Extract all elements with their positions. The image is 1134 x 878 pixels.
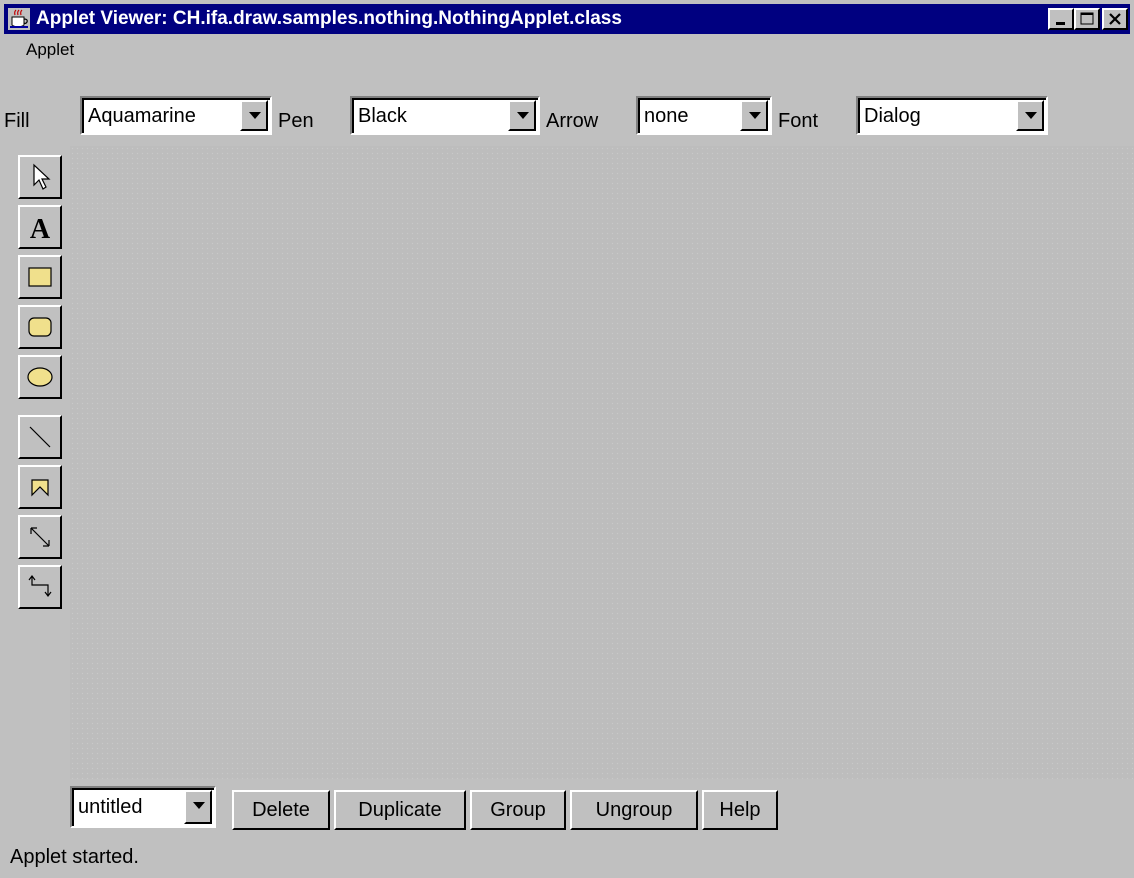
svg-text:A: A xyxy=(30,214,51,243)
minimize-icon xyxy=(1056,22,1065,25)
arrow-choice-value: none xyxy=(644,105,689,127)
text-a-icon: A xyxy=(30,214,51,243)
chevron-down-icon xyxy=(517,112,529,119)
group-button[interactable]: Group xyxy=(470,790,566,830)
pen-choice-value: Black xyxy=(358,105,407,127)
title-bar[interactable]: Applet Viewer: CH.ifa.draw.samples.nothi… xyxy=(4,4,1130,34)
round-rectangle-icon xyxy=(28,317,52,337)
tool-selection[interactable] xyxy=(18,155,62,199)
pen-label: Pen xyxy=(278,110,314,132)
applet-viewer-window: Applet Viewer: CH.ifa.draw.samples.nothi… xyxy=(0,0,1134,878)
pen-dropdown-button[interactable] xyxy=(508,100,536,131)
connection-icon xyxy=(30,527,50,547)
duplicate-button[interactable]: Duplicate xyxy=(334,790,466,830)
tool-ellipse[interactable] xyxy=(18,355,62,399)
help-button[interactable]: Help xyxy=(702,790,778,830)
chevron-down-icon xyxy=(193,802,205,809)
line-icon xyxy=(29,426,51,448)
arrow-pointer-icon xyxy=(33,163,51,190)
font-choice[interactable]: Dialog xyxy=(856,96,1048,135)
delete-button[interactable]: Delete xyxy=(232,790,330,830)
fill-choice-value: Aquamarine xyxy=(88,105,196,127)
status-text: Applet started. xyxy=(10,846,139,868)
chevron-down-icon xyxy=(1025,112,1037,119)
drawing-canvas[interactable] xyxy=(70,146,1134,779)
rectangle-icon xyxy=(28,267,52,287)
menu-bar: Applet xyxy=(4,36,1130,64)
maximize-icon xyxy=(1080,12,1094,25)
maximize-button[interactable] xyxy=(1074,8,1100,30)
minimize-button[interactable] xyxy=(1048,8,1074,30)
document-choice-value: untitled xyxy=(78,796,143,818)
tool-text[interactable]: A xyxy=(18,205,62,249)
tool-rectangle[interactable] xyxy=(18,255,62,299)
document-choice[interactable]: untitled xyxy=(70,786,216,828)
tool-round-rectangle[interactable] xyxy=(18,305,62,349)
tool-connection[interactable] xyxy=(18,515,62,559)
fill-dropdown-button[interactable] xyxy=(240,100,268,131)
polygon-icon xyxy=(31,479,49,497)
fill-label: Fill xyxy=(4,110,30,132)
font-dropdown-button[interactable] xyxy=(1016,100,1044,131)
java-cup-icon xyxy=(8,8,30,30)
menu-applet[interactable]: Applet xyxy=(26,40,74,60)
chevron-down-icon xyxy=(249,112,261,119)
arrow-choice[interactable]: none xyxy=(636,96,772,135)
tool-polygon[interactable] xyxy=(18,465,62,509)
tool-elbow-connection[interactable] xyxy=(18,565,62,609)
fill-choice[interactable]: Aquamarine xyxy=(80,96,272,135)
chevron-down-icon xyxy=(749,112,761,119)
arrow-label: Arrow xyxy=(546,110,599,132)
close-button[interactable] xyxy=(1102,8,1128,30)
ellipse-icon xyxy=(27,367,53,387)
document-dropdown-button[interactable] xyxy=(184,790,212,824)
arrow-dropdown-button[interactable] xyxy=(740,100,768,131)
elbow-connection-icon xyxy=(28,575,52,597)
font-choice-value: Dialog xyxy=(864,105,921,127)
window-title: Applet Viewer: CH.ifa.draw.samples.nothi… xyxy=(36,8,622,29)
pen-choice[interactable]: Black xyxy=(350,96,540,135)
tool-line[interactable] xyxy=(18,415,62,459)
font-label: Font xyxy=(778,110,819,132)
close-icon xyxy=(1109,13,1121,25)
ungroup-button[interactable]: Ungroup xyxy=(570,790,698,830)
